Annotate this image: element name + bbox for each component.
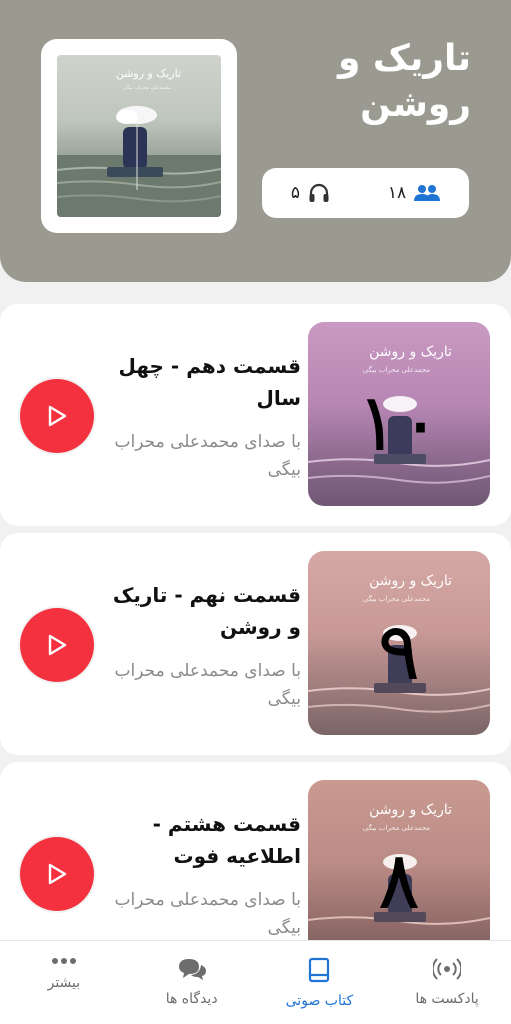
episode-title: قسمت هشتم - اطلاعیه فوت — [152, 812, 301, 868]
episode-number: ۸ — [377, 834, 421, 927]
cover-title-text: تاریک و روشن — [115, 67, 181, 80]
episode-thumbnail: تاریک و روشن محمدعلی محراب بیگی ۸ — [308, 780, 490, 964]
thumbnail-title: تاریک و روشن — [369, 802, 452, 818]
episode-narrator: با صدای محمدعلی محراب بیگی — [114, 890, 301, 938]
cover-subtitle-text: محمدعلی محراب بیگی — [123, 85, 171, 91]
episode-card[interactable]: تاریک و روشن محمدعلی محراب بیگی ۱۰ قسمت … — [0, 304, 511, 526]
listens-count: ۵ — [290, 183, 301, 203]
play-button[interactable] — [20, 379, 94, 453]
thumbnail-title: تاریک و روشن — [369, 344, 452, 360]
tab-podcasts-label: پادکست ها — [415, 991, 479, 1007]
play-icon — [48, 863, 67, 885]
episode-number: ۱۰ — [356, 376, 442, 469]
play-button[interactable] — [20, 837, 94, 911]
tab-audiobook-label: کتاب صوتی — [285, 993, 354, 1009]
headphones-icon — [309, 183, 329, 202]
book-header: تاریک و روشن محمدعلی محراب بیگی تاریک و … — [0, 0, 511, 282]
followers-count: ۱۸ — [387, 183, 407, 203]
episode-title: قسمت دهم - چهل سال — [118, 354, 302, 410]
more-icon — [51, 958, 76, 964]
tab-comments-label: دیدگاه ها — [165, 991, 218, 1007]
thumbnail-subtitle: محمدعلی محراب بیگی — [362, 824, 430, 832]
tab-more[interactable]: بیشتر — [0, 941, 128, 1024]
followers-stat: ۱۸ — [387, 183, 441, 203]
bottom-tab-bar: بیشتر دیدگاه ها کتاب صوتی پادکست ها — [0, 940, 511, 1024]
podcast-icon — [433, 958, 462, 980]
episode-thumbnail: تاریک و روشن محمدعلی محراب بیگی ۱۰ — [308, 322, 490, 506]
tab-podcasts[interactable]: پادکست ها — [383, 941, 511, 1024]
episode-number: ۹ — [377, 605, 421, 698]
episode-title: قسمت نهم - تاریک و روشن — [112, 583, 301, 639]
play-icon — [48, 634, 67, 656]
book-icon — [309, 957, 330, 983]
thumbnail-title: تاریک و روشن — [369, 573, 452, 589]
stats-pill: ۵ ۱۸ — [262, 168, 469, 218]
play-button[interactable] — [20, 608, 94, 682]
tab-comments[interactable]: دیدگاه ها — [128, 941, 256, 1024]
thumbnail-subtitle: محمدعلی محراب بیگی — [362, 366, 430, 374]
comments-icon — [178, 959, 206, 980]
tab-audiobook[interactable]: کتاب صوتی — [256, 941, 384, 1024]
episode-narrator: با صدای محمدعلی محراب بیگی — [114, 661, 301, 709]
listens-stat: ۵ — [291, 183, 330, 203]
users-icon — [414, 185, 441, 201]
cover-artwork: تاریک و روشن محمدعلی محراب بیگی — [57, 55, 221, 217]
page-title: تاریک و روشن — [337, 38, 471, 125]
tab-more-label: بیشتر — [47, 975, 81, 991]
episode-narrator: با صدای محمدعلی محراب بیگی — [114, 432, 301, 480]
play-icon — [48, 405, 67, 427]
book-cover: تاریک و روشن محمدعلی محراب بیگی — [41, 39, 237, 233]
episode-card[interactable]: تاریک و روشن محمدعلی محراب بیگی ۹ قسمت ن… — [0, 533, 511, 755]
thumbnail-subtitle: محمدعلی محراب بیگی — [362, 595, 430, 603]
episode-thumbnail: تاریک و روشن محمدعلی محراب بیگی ۹ — [308, 551, 490, 735]
